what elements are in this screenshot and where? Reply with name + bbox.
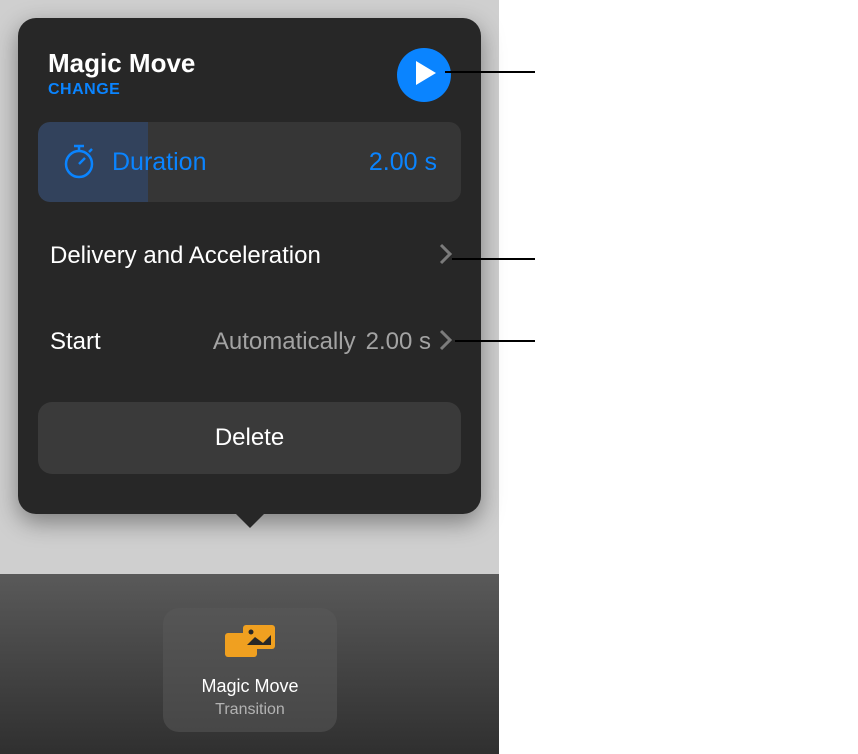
delete-button[interactable]: Delete (38, 402, 461, 474)
popover-title-block: Magic Move CHANGE (48, 48, 195, 99)
chevron-right-icon (439, 243, 453, 270)
duration-row[interactable]: Duration 2.00 s (38, 122, 461, 202)
popover-header: Magic Move CHANGE (38, 48, 461, 122)
start-time: 2.00 s (366, 328, 431, 356)
play-button[interactable] (397, 48, 451, 102)
play-icon (412, 61, 436, 90)
callout-line (452, 258, 535, 260)
start-row[interactable]: Start Automatically 2.00 s (38, 312, 461, 372)
chevron-right-icon (439, 329, 453, 356)
delete-label: Delete (215, 424, 284, 452)
popover-title: Magic Move (48, 48, 195, 79)
transition-sublabel: Transition (215, 701, 285, 719)
duration-value: 2.00 s (369, 148, 437, 177)
delivery-label: Delivery and Acceleration (50, 242, 439, 270)
callout-line (445, 71, 535, 73)
transition-name: Magic Move (201, 676, 298, 697)
start-label: Start (50, 328, 213, 356)
magic-move-icon (221, 621, 279, 668)
transition-chip[interactable]: Magic Move Transition (163, 608, 337, 732)
change-link[interactable]: CHANGE (48, 81, 195, 99)
delivery-row[interactable]: Delivery and Acceleration (38, 226, 461, 286)
stopwatch-icon (62, 141, 96, 184)
transition-popover: Magic Move CHANGE Duration 2.00 s De (18, 18, 481, 514)
callout-line (455, 340, 535, 342)
duration-label: Duration (112, 148, 369, 177)
start-mode: Automatically (213, 328, 356, 356)
